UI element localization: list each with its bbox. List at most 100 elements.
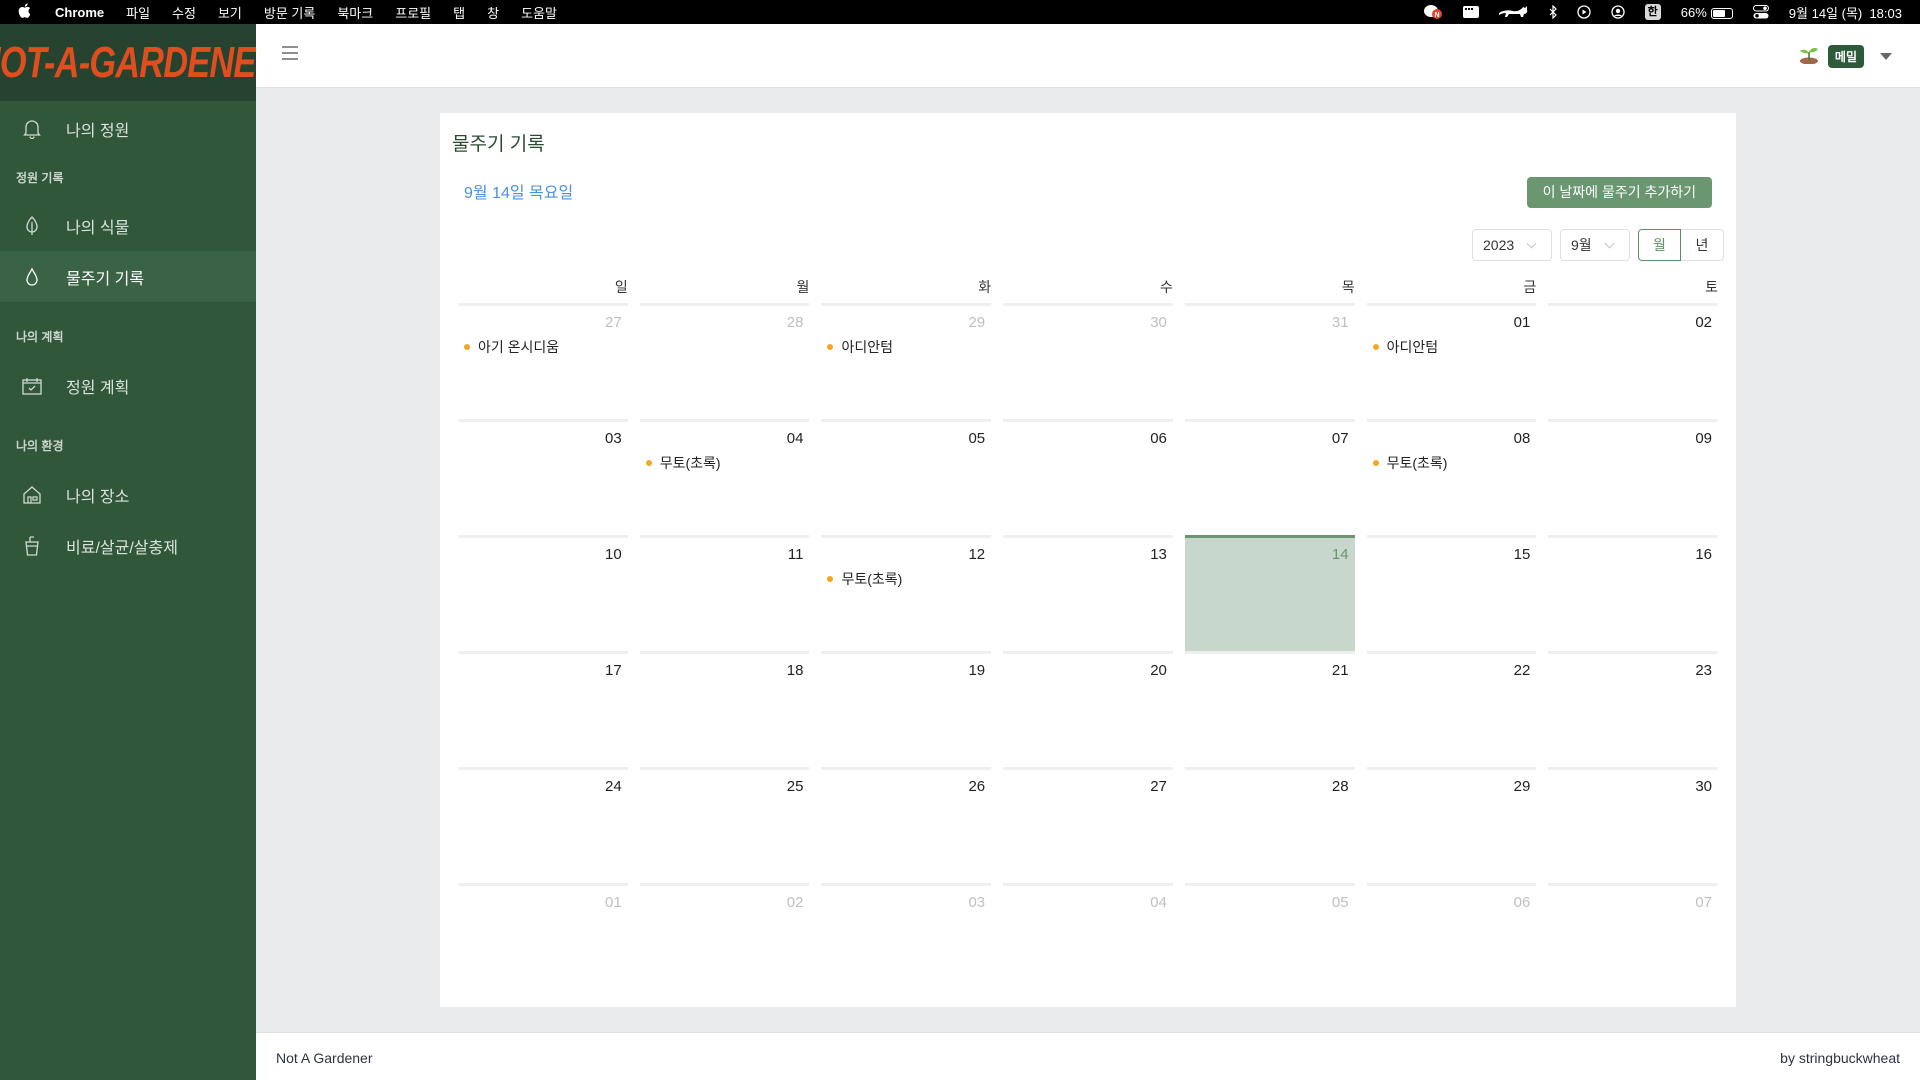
day-number: 09 — [1695, 430, 1713, 447]
calendar-day[interactable]: 08 무토(초록) — [1366, 419, 1537, 535]
menu-toggle-icon[interactable] — [282, 46, 298, 60]
calendar-day[interactable]: 23 — [1548, 651, 1719, 767]
watering-event[interactable]: 아디안텀 — [827, 337, 893, 357]
footer-app-name: Not A Gardener — [276, 1050, 373, 1066]
day-number: 05 — [1331, 894, 1349, 911]
calendar-day[interactable]: 30 — [1003, 303, 1173, 419]
event-plant-name: 아디안텀 — [1386, 339, 1439, 355]
menu-file[interactable]: 파일 — [126, 3, 150, 22]
control-center-icon[interactable] — [1752, 5, 1769, 19]
caret-down-icon[interactable] — [1880, 53, 1892, 60]
calendar-day[interactable]: 21 — [1184, 651, 1355, 767]
calendar-day[interactable]: 13 — [1003, 535, 1173, 651]
watering-records-card: 물주기 기록 9월 14일 목요일 이 날짜에 물주기 추가하기 2023 9월… — [440, 113, 1736, 1007]
calendar-day[interactable]: 19 — [821, 651, 992, 767]
calendar-day[interactable]: 27 — [1003, 767, 1173, 883]
clock[interactable]: 9월 14일 (목) 18:03 — [1789, 3, 1902, 22]
calendar-day[interactable]: 02 — [1548, 303, 1719, 419]
calendar-day[interactable]: 04 무토(초록) — [639, 419, 810, 535]
day-number: 19 — [968, 662, 986, 679]
view-month-button[interactable]: 월 — [1638, 229, 1681, 261]
calendar-day[interactable]: 07 — [1184, 419, 1355, 535]
sidebar-item-my-garden[interactable]: 나의 정원 — [0, 103, 256, 154]
cat-icon[interactable] — [1498, 5, 1529, 19]
user-circle-icon[interactable] — [1610, 5, 1625, 19]
calendar-day[interactable]: 12 무토(초록) — [821, 535, 992, 651]
calendar-day[interactable]: 06 — [1003, 419, 1173, 535]
user-menu[interactable]: 메밀 — [1798, 44, 1892, 69]
menu-window[interactable]: 창 — [487, 3, 499, 22]
calendar-day[interactable]: 04 — [1003, 883, 1173, 999]
add-watering-button[interactable]: 이 날짜에 물주기 추가하기 — [1526, 177, 1712, 208]
calendar-day[interactable]: 05 — [821, 419, 992, 535]
menu-history[interactable]: 방문 기록 — [264, 3, 315, 22]
sidebar-item-fertilizer[interactable]: 비료/살균/살충제 — [0, 520, 256, 571]
calendar-day[interactable]: 02 — [639, 883, 810, 999]
calendar-day[interactable]: 11 — [639, 535, 810, 651]
day-number: 16 — [1695, 546, 1713, 563]
calendar-day[interactable]: 30 — [1548, 767, 1719, 883]
calendar-day[interactable]: 22 — [1366, 651, 1537, 767]
calendar-day[interactable]: 07 — [1548, 883, 1719, 999]
input-method-indicator[interactable]: 한 — [1644, 4, 1661, 20]
month-select[interactable]: 9월 — [1560, 229, 1630, 261]
year-select[interactable]: 2023 — [1472, 229, 1552, 261]
calendar-day[interactable]: 29 아디안텀 — [821, 303, 992, 419]
calendar-day[interactable]: 26 — [821, 767, 992, 883]
calendar-day[interactable]: 28 — [1184, 767, 1355, 883]
sidebar-item-watering-records[interactable]: 물주기 기록 — [0, 251, 256, 302]
menu-edit[interactable]: 수정 — [172, 3, 196, 22]
day-number: 07 — [1695, 894, 1713, 911]
calendar-day[interactable]: 28 — [639, 303, 810, 419]
sidebar-item-my-places[interactable]: 나의 장소 — [0, 469, 256, 520]
watering-event[interactable]: 아디안텀 — [1372, 337, 1439, 357]
user-badge[interactable]: 메밀 — [1827, 45, 1864, 68]
logo[interactable]: NOT-A-GARDENER — [0, 24, 281, 101]
calendar-day[interactable]: 09 — [1548, 419, 1719, 535]
calendar-day-today[interactable]: 14 — [1184, 535, 1355, 651]
watering-event[interactable]: 아기 온시디움 — [464, 337, 559, 357]
calendar-day[interactable]: 15 — [1366, 535, 1537, 651]
calendar-day[interactable]: 03 — [458, 419, 628, 535]
calendar-day[interactable]: 01 — [458, 883, 628, 999]
calendar-day[interactable]: 29 — [1366, 767, 1537, 883]
display-icon[interactable] — [1462, 6, 1479, 18]
calendar-day[interactable]: 24 — [458, 767, 628, 883]
calendar-day[interactable]: 16 — [1548, 535, 1719, 651]
day-number: 07 — [1331, 430, 1349, 447]
calendar-day[interactable]: 31 — [1184, 303, 1355, 419]
watering-event[interactable]: 무토(초록) — [645, 453, 721, 473]
sidebar-item-my-plants[interactable]: 나의 식물 — [0, 200, 256, 251]
calendar-day[interactable]: 06 — [1366, 883, 1537, 999]
play-icon[interactable] — [1576, 5, 1591, 19]
apple-icon[interactable] — [18, 2, 31, 22]
calendar-day[interactable]: 01 아디안텀 — [1366, 303, 1537, 419]
day-number: 30 — [1695, 778, 1713, 795]
menu-profiles[interactable]: 프로필 — [395, 3, 431, 22]
calendar-check-icon — [22, 376, 42, 396]
menu-view[interactable]: 보기 — [218, 3, 242, 22]
notification-icon[interactable]: N — [1423, 4, 1443, 20]
calendar-day[interactable]: 18 — [639, 651, 810, 767]
menu-app-name[interactable]: Chrome — [55, 5, 104, 20]
calendar-day[interactable]: 25 — [639, 767, 810, 883]
calendar-day[interactable]: 27 아기 온시디움 — [458, 303, 628, 419]
day-number: 02 — [786, 894, 804, 911]
calendar-day[interactable]: 05 — [1184, 883, 1355, 999]
watering-event[interactable]: 무토(초록) — [827, 569, 902, 589]
watering-event[interactable]: 무토(초록) — [1372, 453, 1447, 473]
calendar-day[interactable]: 20 — [1003, 651, 1173, 767]
view-year-button[interactable]: 년 — [1681, 229, 1724, 261]
battery-status[interactable]: 66% — [1681, 5, 1733, 20]
sidebar-item-garden-plan[interactable]: 정원 계획 — [0, 360, 256, 411]
day-number: 01 — [605, 894, 622, 911]
menu-bookmarks[interactable]: 북마크 — [337, 3, 373, 22]
calendar-day[interactable]: 10 — [458, 535, 628, 651]
sidebar-item-label: 나의 장소 — [66, 488, 130, 506]
bluetooth-icon[interactable] — [1549, 5, 1557, 19]
menu-help[interactable]: 도움말 — [521, 3, 557, 22]
calendar-day[interactable]: 03 — [821, 883, 992, 999]
calendar-day[interactable]: 17 — [458, 651, 628, 767]
selected-date[interactable]: 9월 14일 목요일 — [464, 179, 573, 203]
menu-tab[interactable]: 탭 — [453, 3, 465, 22]
